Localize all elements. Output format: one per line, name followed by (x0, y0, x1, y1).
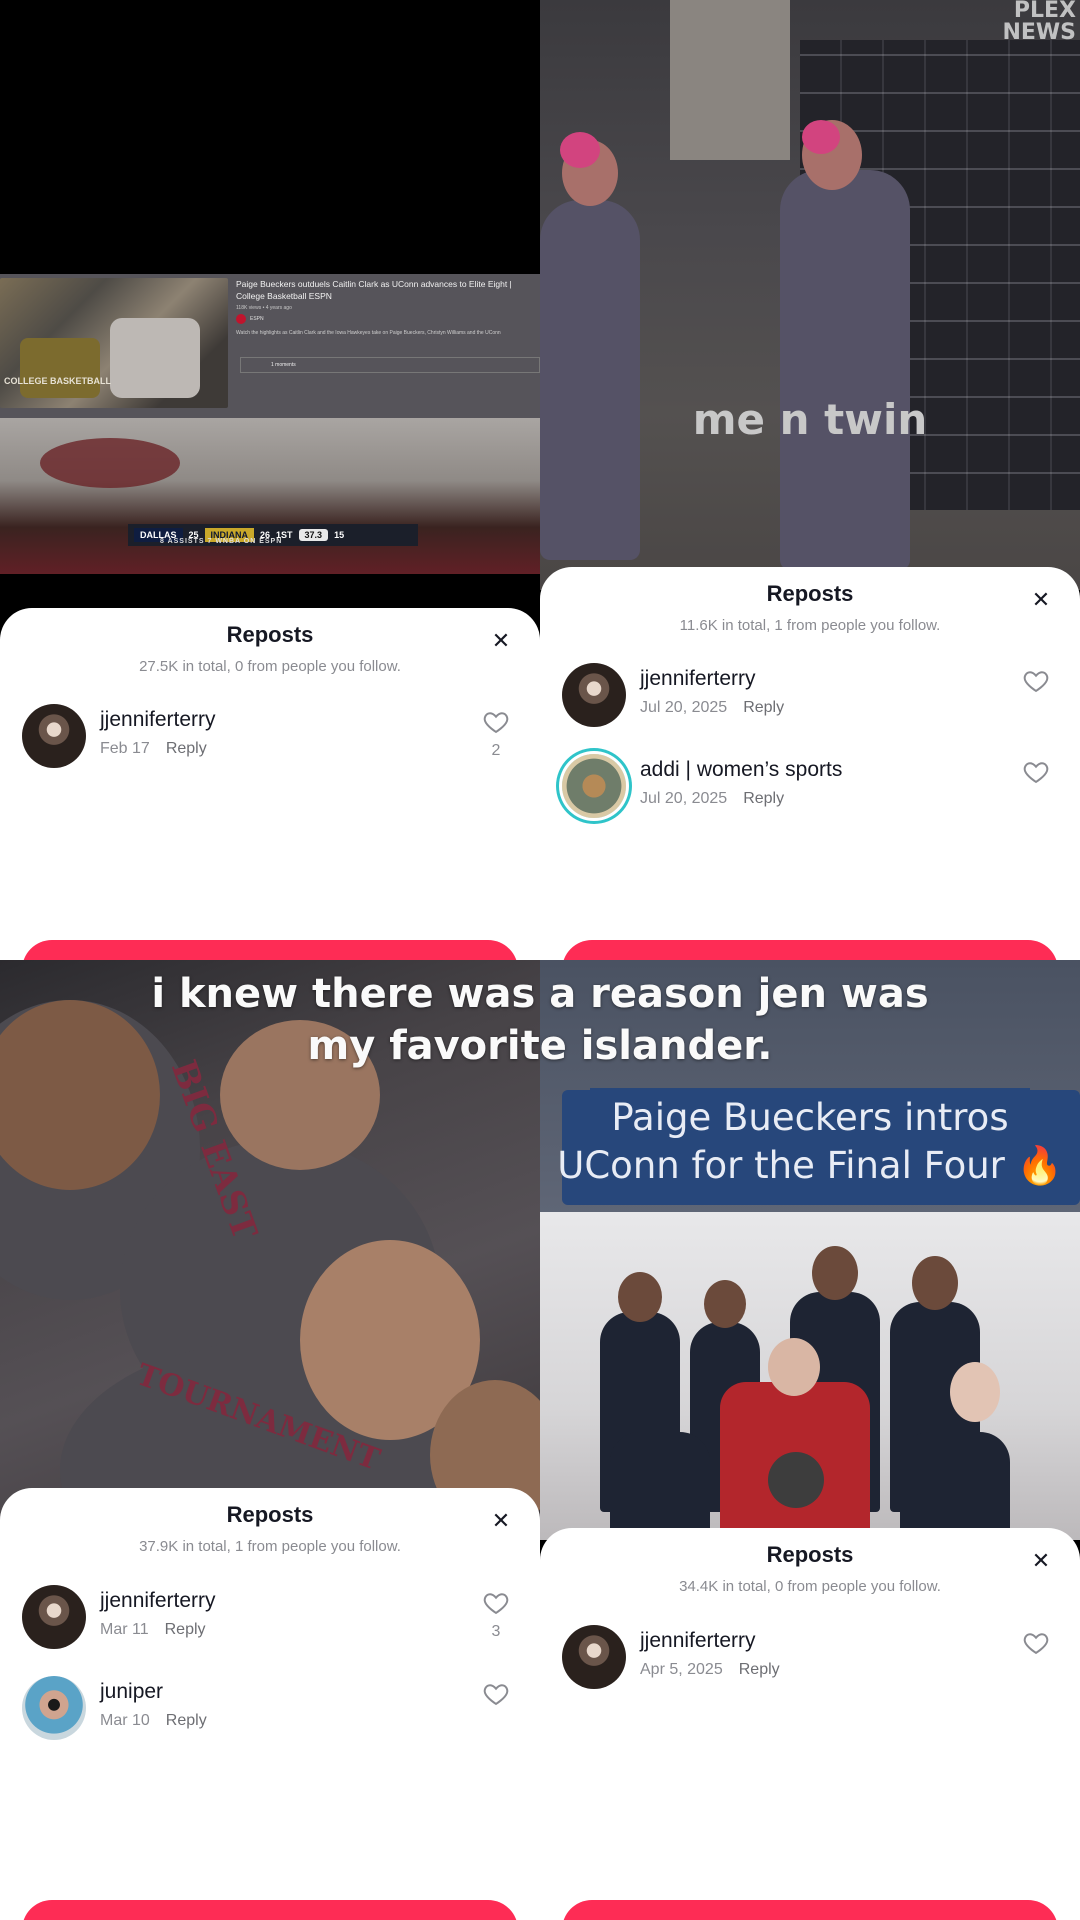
sheet-subtitle: 27.5K in total, 0 from people you follow… (139, 658, 401, 675)
like-count: 2 (491, 742, 501, 759)
repost-meta: Jul 20, 2025 Reply (640, 699, 785, 716)
reposts-sheet: Reposts 27.5K in total, 0 from people yo… (0, 608, 540, 960)
reply-button[interactable]: Reply (743, 790, 784, 807)
repost-meta: Mar 11 Reply (100, 1621, 206, 1638)
username[interactable]: jjenniferterry (100, 708, 216, 732)
repost-button[interactable] (562, 940, 1058, 960)
heart-icon[interactable] (482, 708, 510, 736)
close-icon[interactable]: ✕ (490, 630, 512, 652)
banner-line-1: Paige Bueckers intros (611, 1096, 1009, 1139)
youtube-title: Paige Bueckers outduels Caitlin Clark as… (236, 279, 512, 301)
sheet-title: Reposts (766, 581, 854, 606)
youtube-meta: 118K views • 4 years ago (236, 305, 292, 311)
video-thumbnail: COLLEGE BASKETBALL (0, 278, 228, 408)
avatar[interactable] (562, 754, 626, 818)
sheet-subtitle: 11.6K in total, 1 from people you follow… (679, 617, 941, 634)
repost-row[interactable]: jjenniferterry Mar 11 Reply 3 (0, 1585, 540, 1665)
close-icon[interactable]: ✕ (1030, 1550, 1052, 1572)
repost-row[interactable]: jjenniferterry Jul 20, 2025 Reply (540, 663, 1080, 743)
panel-3: BIG EAST TOURNAMENT Reposts 37.9K in tot… (0, 960, 540, 1920)
reposts-sheet: Reposts 11.6K in total, 1 from people yo… (540, 567, 1080, 960)
username[interactable]: jjenniferterry (640, 667, 756, 691)
banner-line-2: UConn for the Final Four 🔥 (557, 1144, 1063, 1187)
avatar[interactable] (22, 1676, 86, 1740)
reply-button[interactable]: Reply (739, 1661, 780, 1678)
username[interactable]: juniper (100, 1680, 163, 1704)
heart-icon[interactable] (1022, 758, 1050, 786)
repost-button[interactable] (562, 1900, 1058, 1920)
avatar[interactable] (22, 1585, 86, 1649)
panel-2: PLEX NEWS me n twin Reposts 11.6K in tota… (540, 0, 1080, 960)
sheet-title: Reposts (226, 1502, 314, 1527)
sheet-title: Reposts (226, 622, 314, 647)
overlay-caption: i knew there was a reason jen was my fav… (151, 971, 929, 1069)
repost-button[interactable] (22, 940, 518, 960)
repost-meta: Mar 10 Reply (100, 1712, 207, 1729)
heart-icon[interactable] (482, 1589, 510, 1617)
reply-button[interactable]: Reply (743, 699, 784, 716)
panel-4: Paige Bueckers intros UConn for the Fina… (540, 960, 1080, 1920)
close-icon[interactable]: ✕ (1030, 589, 1052, 611)
heart-icon[interactable] (1022, 667, 1050, 695)
youtube-channel: ESPN (236, 314, 264, 324)
video-caption: me n twin (692, 395, 928, 444)
repost-row[interactable]: juniper Mar 10 Reply (0, 1676, 540, 1756)
reposts-sheet: Reposts 37.9K in total, 1 from people yo… (0, 1488, 540, 1920)
team-photo (540, 1212, 1080, 1540)
video-area[interactable]: COLLEGE BASKETBALL Paige Bueckers outdue… (0, 0, 540, 620)
sheet-subtitle: 34.4K in total, 0 from people you follow… (679, 1578, 941, 1595)
youtube-description: Watch the highlights as Caitlin Clark an… (236, 330, 501, 336)
sheet-subtitle: 37.9K in total, 1 from people you follow… (139, 1538, 401, 1555)
username[interactable]: jjenniferterry (100, 1589, 216, 1613)
username[interactable]: addi | women’s sports (640, 758, 842, 782)
reply-button[interactable]: Reply (166, 740, 207, 757)
scoreboard-stats: 8 ASSISTS 7 WNBA ON ESPN (160, 538, 283, 545)
repost-row[interactable]: jjenniferterry Apr 5, 2025 Reply (540, 1625, 1080, 1705)
heart-icon[interactable] (482, 1680, 510, 1708)
close-icon[interactable]: ✕ (490, 1510, 512, 1532)
reposts-sheet: Reposts 34.4K in total, 0 from people yo… (540, 1528, 1080, 1920)
youtube-moments: 1 moments (240, 357, 540, 373)
sheet-title: Reposts (766, 1542, 854, 1567)
repost-meta: Feb 17 Reply (100, 740, 207, 757)
reply-button[interactable]: Reply (166, 1712, 207, 1729)
basketball-court (0, 418, 540, 574)
panel-1: COLLEGE BASKETBALL Paige Bueckers outdue… (0, 0, 540, 960)
video-area[interactable]: PLEX NEWS me n twin (540, 0, 1080, 590)
repost-meta: Jul 20, 2025 Reply (640, 790, 785, 807)
username[interactable]: jjenniferterry (640, 1629, 756, 1653)
repost-row[interactable]: addi | women’s sports Jul 20, 2025 Reply (540, 754, 1080, 834)
watermark: PLEX NEWS (1002, 0, 1076, 45)
repost-meta: Apr 5, 2025 Reply (640, 1661, 780, 1678)
heart-icon[interactable] (1022, 1629, 1050, 1657)
youtube-result-card: COLLEGE BASKETBALL Paige Bueckers outdue… (0, 274, 540, 418)
repost-row[interactable]: jjenniferterry Feb 17 Reply 2 (0, 704, 540, 784)
repost-button[interactable] (22, 1900, 518, 1920)
like-count: 3 (491, 1623, 501, 1640)
channel-logo-icon (236, 314, 246, 324)
avatar[interactable] (562, 1625, 626, 1689)
reply-button[interactable]: Reply (165, 1621, 206, 1638)
avatar[interactable] (562, 663, 626, 727)
avatar[interactable] (22, 704, 86, 768)
thumbnail-badge: COLLEGE BASKETBALL (4, 376, 111, 386)
